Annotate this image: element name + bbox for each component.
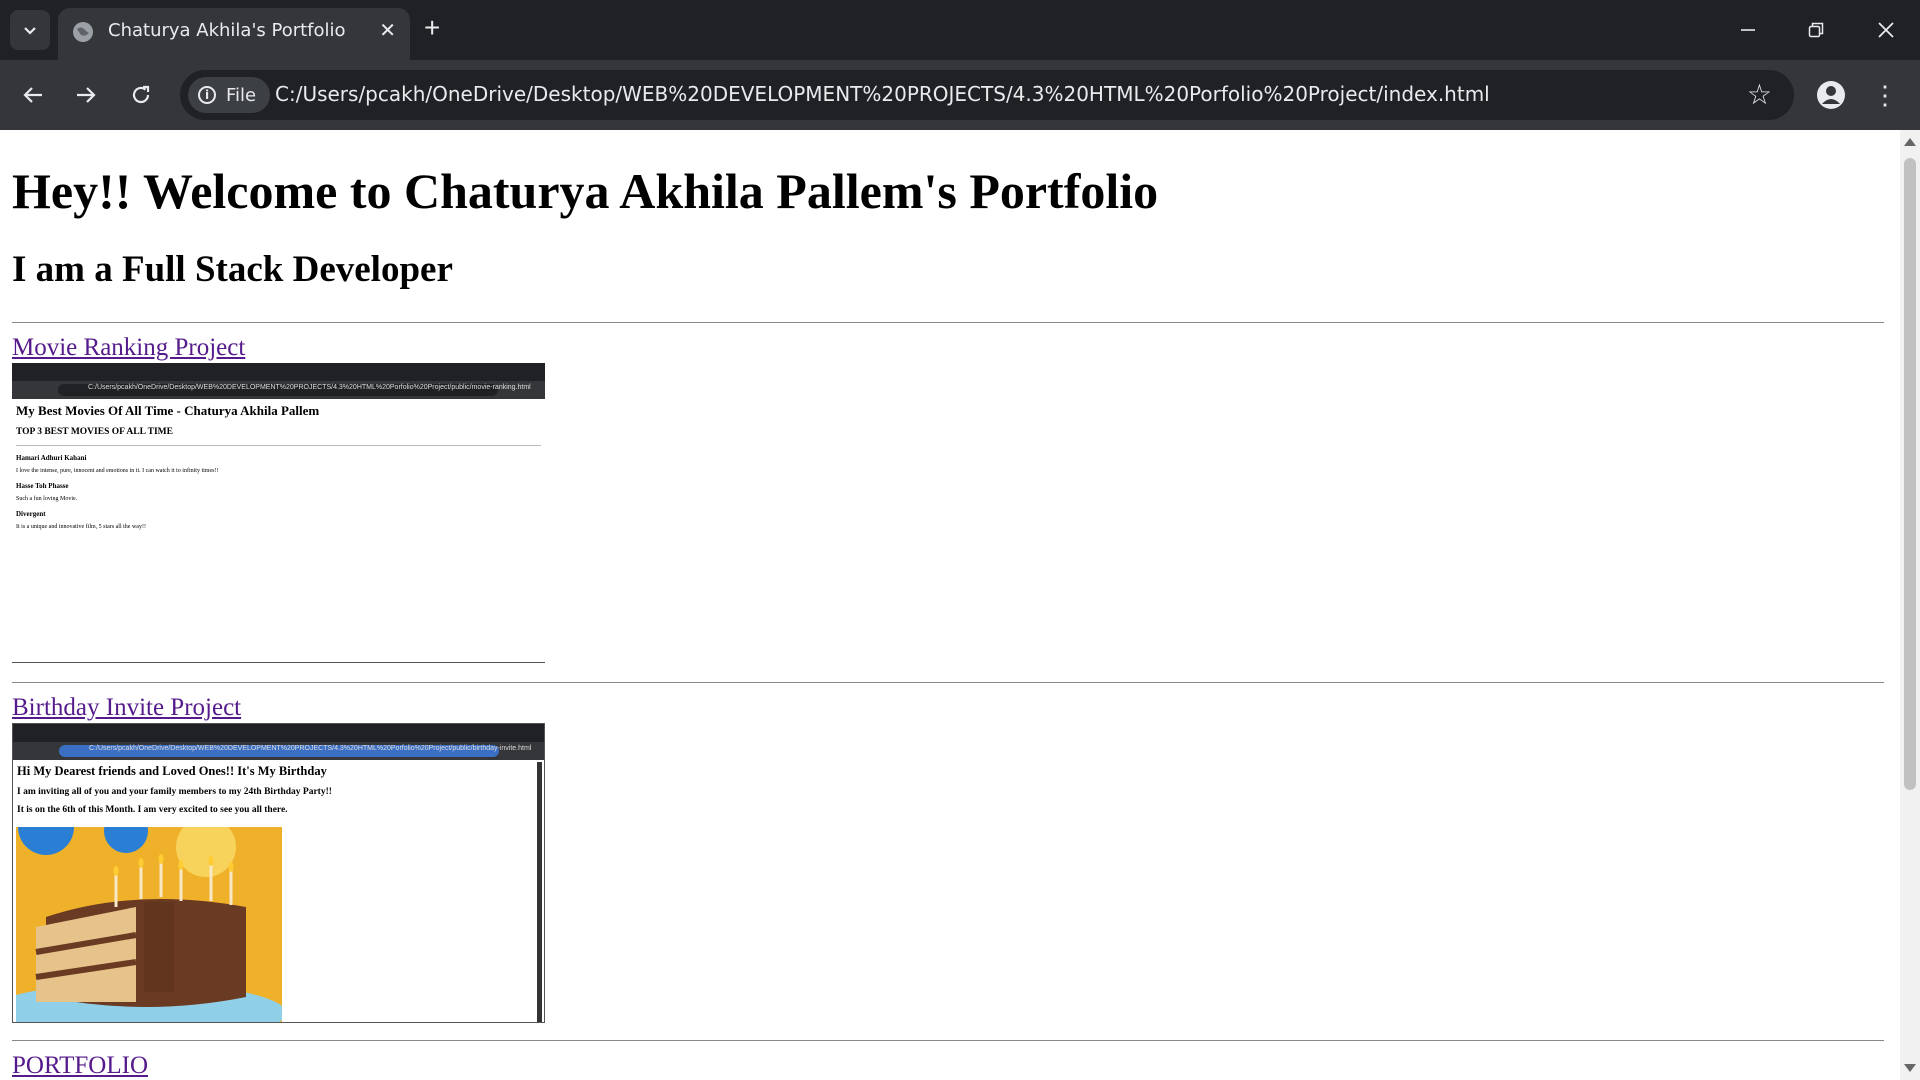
minimize-icon xyxy=(1741,29,1755,31)
thumbnail-toolbar: C:/Users/pcakh/OneDrive/Desktop/WEB%20DE… xyxy=(13,742,544,760)
forward-button[interactable] xyxy=(67,76,105,114)
globe-icon xyxy=(73,22,93,42)
birthday-invite-thumbnail[interactable]: C:/Users/pcakh/OneDrive/Desktop/WEB%20DE… xyxy=(12,723,545,1023)
thumbnail-bottom-border xyxy=(12,662,545,663)
close-tab-icon[interactable]: ✕ xyxy=(379,18,396,43)
site-info-label: File xyxy=(226,84,257,106)
browser-tab[interactable]: Chaturya Akhila's Portfolio ✕ xyxy=(58,8,410,60)
movie-title: Hasse Toh Phasse xyxy=(16,482,69,490)
arrow-right-icon xyxy=(77,87,96,103)
thumbnail-toolbar: C:/Users/pcakh/OneDrive/Desktop/WEB%20DE… xyxy=(12,381,545,399)
page-scrollbar[interactable] xyxy=(1900,130,1920,1080)
movie-ranking-link[interactable]: Movie Ranking Project xyxy=(12,334,245,362)
profile-icon[interactable] xyxy=(1816,80,1846,110)
close-icon xyxy=(1878,22,1894,38)
page-viewport: Hey!! Welcome to Chaturya Akhila Pallem'… xyxy=(0,130,1900,1080)
close-window-button[interactable] xyxy=(1866,10,1906,50)
movie-description: It is a unique and innovative film, 5 st… xyxy=(16,524,146,530)
movie-title: Hamari Adhuri Kahani xyxy=(16,454,87,462)
restore-icon xyxy=(1808,22,1824,38)
browser-toolbar: i File C:/Users/pcakh/OneDrive/Desktop/W… xyxy=(0,60,1920,130)
new-tab-button[interactable]: + xyxy=(424,14,440,42)
thumbnail-url: C:/Users/pcakh/OneDrive/Desktop/WEB%20DE… xyxy=(88,384,531,391)
tab-search-button[interactable] xyxy=(10,10,50,50)
info-icon: i xyxy=(198,86,216,104)
browser-menu-icon[interactable]: ⋮ xyxy=(1872,78,1898,112)
reload-button[interactable] xyxy=(122,76,160,114)
tab-strip: Chaturya Akhila's Portfolio ✕ + xyxy=(0,0,1920,60)
thumbnail-tab-strip xyxy=(12,363,545,381)
thumbnail-scrollbar xyxy=(537,762,542,1022)
scroll-up-arrow-icon[interactable] xyxy=(1904,138,1916,146)
minimize-window-button[interactable] xyxy=(1728,10,1768,50)
movie-title: Divergent xyxy=(16,510,46,518)
tab-title: Chaturya Akhila's Portfolio xyxy=(108,20,346,41)
site-info-chip[interactable]: i File xyxy=(188,77,271,113)
chevron-down-icon xyxy=(24,27,36,35)
thumbnail-divider xyxy=(16,445,541,446)
thumbnail-url: C:/Users/pcakh/OneDrive/Desktop/WEB%20DE… xyxy=(89,745,532,752)
restore-window-button[interactable] xyxy=(1796,10,1836,50)
address-bar[interactable]: i File C:/Users/pcakh/OneDrive/Desktop/W… xyxy=(180,70,1794,120)
portfolio-link[interactable]: PORTFOLIO xyxy=(12,1052,148,1080)
thumbnail-title: My Best Movies Of All Time - Chaturya Ak… xyxy=(16,403,320,418)
thumbnail-tab-strip xyxy=(13,724,544,742)
thumbnail-subtitle: TOP 3 BEST MOVIES OF ALL TIME xyxy=(16,427,173,437)
divider xyxy=(12,682,1884,683)
birthday-invite-link[interactable]: Birthday Invite Project xyxy=(12,694,241,722)
url-text[interactable]: C:/Users/pcakh/OneDrive/Desktop/WEB%20DE… xyxy=(275,82,1490,106)
divider xyxy=(12,322,1884,323)
movie-description: I love the intense, pure, innocent and e… xyxy=(16,468,219,474)
arrow-left-icon xyxy=(23,87,42,103)
movie-description: Such a fun loving Movie. xyxy=(16,496,78,502)
page-subtitle: I am a Full Stack Developer xyxy=(12,249,453,290)
thumbnail-line: I am inviting all of you and your family… xyxy=(17,787,332,797)
scroll-down-arrow-icon[interactable] xyxy=(1904,1064,1916,1072)
thumbnail-address-bar: C:/Users/pcakh/OneDrive/Desktop/WEB%20DE… xyxy=(58,384,531,396)
thumbnail-address-bar: C:/Users/pcakh/OneDrive/Desktop/WEB%20DE… xyxy=(59,745,531,757)
back-button[interactable] xyxy=(14,76,52,114)
thumbnail-line: It is on the 6th of this Month. I am ver… xyxy=(17,805,288,815)
reload-icon xyxy=(132,85,150,104)
divider xyxy=(12,1040,1884,1041)
page-title: Hey!! Welcome to Chaturya Akhila Pallem'… xyxy=(12,163,1159,219)
movie-ranking-thumbnail[interactable]: C:/Users/pcakh/OneDrive/Desktop/WEB%20DE… xyxy=(12,363,545,653)
bookmark-star-icon[interactable]: ☆ xyxy=(1747,78,1772,111)
scrollbar-thumb[interactable] xyxy=(1904,158,1916,790)
thumbnail-title: Hi My Dearest friends and Loved Ones!! I… xyxy=(17,764,327,778)
birthday-cake-image xyxy=(16,827,282,1022)
